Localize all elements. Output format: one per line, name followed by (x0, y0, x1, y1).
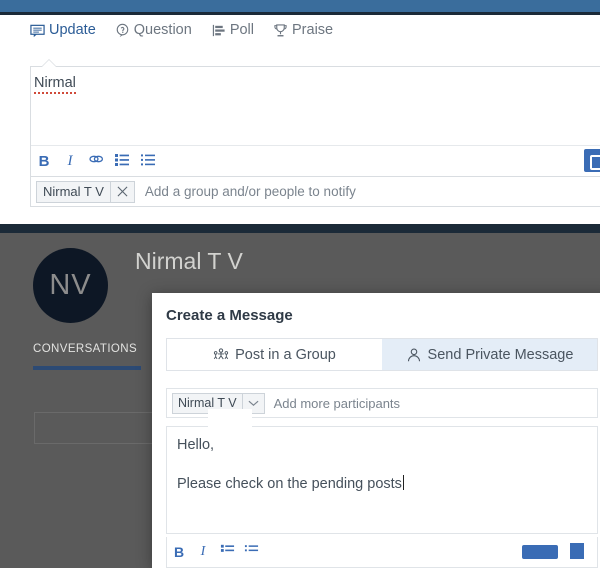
message-line-2: Please check on the pending posts (177, 475, 404, 492)
message-line-1: Hello, (177, 437, 215, 453)
modal-italic-button[interactable]: I (191, 540, 215, 564)
publisher-tab-praise[interactable]: Praise (273, 23, 333, 40)
speech-bubble-icon (30, 23, 45, 38)
bulleted-list-icon (140, 151, 156, 172)
publisher-body-text[interactable]: Nirmal (34, 75, 76, 94)
tab-conversations-underline (33, 366, 141, 370)
publisher-panel: Update Question Poll Praise Nirmal B I N… (0, 15, 600, 242)
message-line-2-text: Please check on the pending posts (177, 476, 402, 492)
ordered-list-icon (220, 542, 235, 562)
tab-conversations[interactable]: CONVERSATIONS (33, 343, 137, 355)
modal-tab-bar: Post in a Group Send Private Message (166, 338, 598, 371)
modal-ordered-list-button[interactable] (215, 540, 239, 564)
modal-tab-label: Post in a Group (235, 346, 336, 363)
participants-placeholder: Add more participants (273, 395, 401, 411)
modal-tab-label: Send Private Message (427, 346, 574, 363)
close-icon[interactable] (109, 181, 134, 202)
poll-bars-icon (211, 23, 226, 38)
publisher-format-toolbar: B I (31, 145, 600, 176)
page-title: Nirmal T V (135, 248, 243, 274)
notify-chip[interactable]: Nirmal T V (36, 180, 135, 203)
publisher-send-button[interactable] (584, 149, 600, 172)
question-bubble-icon (115, 23, 130, 38)
app-top-bar (0, 0, 600, 12)
link-icon (88, 151, 104, 172)
publisher-tab-label: Praise (292, 22, 334, 39)
publisher-tab-update[interactable]: Update (30, 23, 96, 40)
publisher-active-tab-caret (42, 60, 56, 67)
avatar: NV (33, 248, 108, 323)
trophy-icon (273, 23, 288, 38)
publisher-italic-button[interactable]: I (57, 148, 83, 174)
publisher-bold-button[interactable]: B (31, 148, 57, 174)
bulleted-list-icon (244, 542, 259, 562)
publisher-tab-poll[interactable]: Poll (211, 23, 254, 40)
group-people-icon (213, 347, 229, 363)
ordered-list-icon (114, 151, 130, 172)
modal-bulleted-list-button[interactable] (239, 540, 263, 564)
tab-send-private-message[interactable]: Send Private Message (382, 339, 597, 370)
publisher-tab-question[interactable]: Question (115, 23, 192, 40)
notify-chip-label: Nirmal T V (43, 184, 104, 199)
publisher-tab-label: Poll (229, 22, 254, 39)
publisher-tab-label: Question (133, 22, 192, 39)
modal-bold-button[interactable]: B (167, 540, 191, 564)
notify-placeholder: Add a group and/or people to notify (144, 184, 356, 199)
publisher-tab-label: Update (49, 22, 96, 39)
app-root: Update Question Poll Praise Nirmal B I N… (0, 0, 600, 568)
modal-title: Create a Message (166, 307, 293, 324)
publisher-notify-field[interactable]: Nirmal T V Add a group and/or people to … (30, 176, 600, 207)
participant-dropdown-panel (208, 409, 252, 433)
modal-attach-button[interactable] (570, 543, 584, 559)
text-cursor (402, 475, 404, 490)
publisher-link-button[interactable] (83, 148, 109, 174)
bold-glyph: B (173, 544, 185, 560)
publisher-body-word: Nirmal (34, 75, 76, 94)
italic-glyph: I (67, 152, 73, 169)
modal-send-button[interactable] (522, 545, 558, 559)
group-page-header-bar (0, 224, 600, 233)
publisher-ordered-list-button[interactable] (109, 148, 135, 174)
message-body-input[interactable]: Hello, Please check on the pending posts (166, 426, 598, 534)
tab-post-in-a-group[interactable]: Post in a Group (167, 339, 382, 370)
avatar-initials: NV (49, 269, 92, 301)
italic-glyph: I (200, 544, 206, 559)
person-icon (406, 347, 422, 363)
bold-glyph: B (38, 152, 50, 170)
publisher-tab-bar: Update Question Poll Praise (30, 23, 333, 40)
publisher-bulleted-list-button[interactable] (135, 148, 161, 174)
